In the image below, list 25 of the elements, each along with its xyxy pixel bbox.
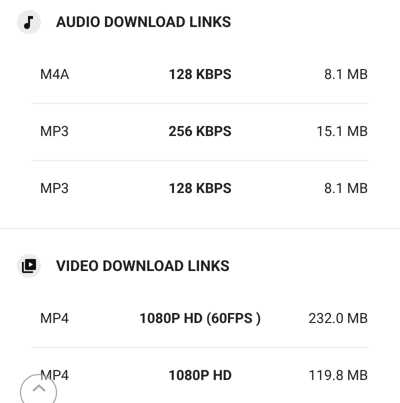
format-text: M4A [39, 66, 70, 84]
size-text: 15.1 MB [315, 122, 368, 142]
chevron-up-icon [32, 384, 46, 392]
download-row[interactable]: M4A 128 KBPS 8.1 MB [32, 47, 368, 104]
download-row[interactable]: MP4 1080P HD 119.8 MB [32, 348, 368, 403]
quality-text: 128 KBPS [167, 66, 233, 84]
download-row[interactable]: MP3 256 KBPS 15.1 MB [32, 104, 368, 161]
section-title: AUDIO DOWNLOAD LINKS [56, 12, 232, 33]
quality-text: 1080P HD [167, 366, 233, 386]
format-text: MP4 [39, 310, 70, 328]
download-row[interactable]: MP4 1080P HD (60FPS ) 232.0 MB [32, 291, 368, 348]
quality-text: 128 KBPS [167, 180, 233, 199]
format-text: MP3 [39, 122, 70, 142]
music-note-icon [24, 16, 34, 28]
video-library-icon [22, 259, 36, 273]
size-text: 232.0 MB [307, 310, 368, 328]
quality-text: 256 KBPS [167, 122, 233, 142]
download-row[interactable]: MP3 128 KBPS 8.1 MB [32, 161, 368, 218]
size-text: 8.1 MB [323, 180, 368, 199]
size-text: 119.8 MB [307, 366, 368, 386]
format-text: MP4 [39, 366, 70, 386]
format-text: MP3 [39, 180, 70, 199]
size-text: 8.1 MB [323, 66, 368, 84]
quality-text: 1080P HD (60FPS ) [138, 310, 262, 328]
section-title: VIDEO DOWNLOAD LINKS [56, 256, 230, 277]
